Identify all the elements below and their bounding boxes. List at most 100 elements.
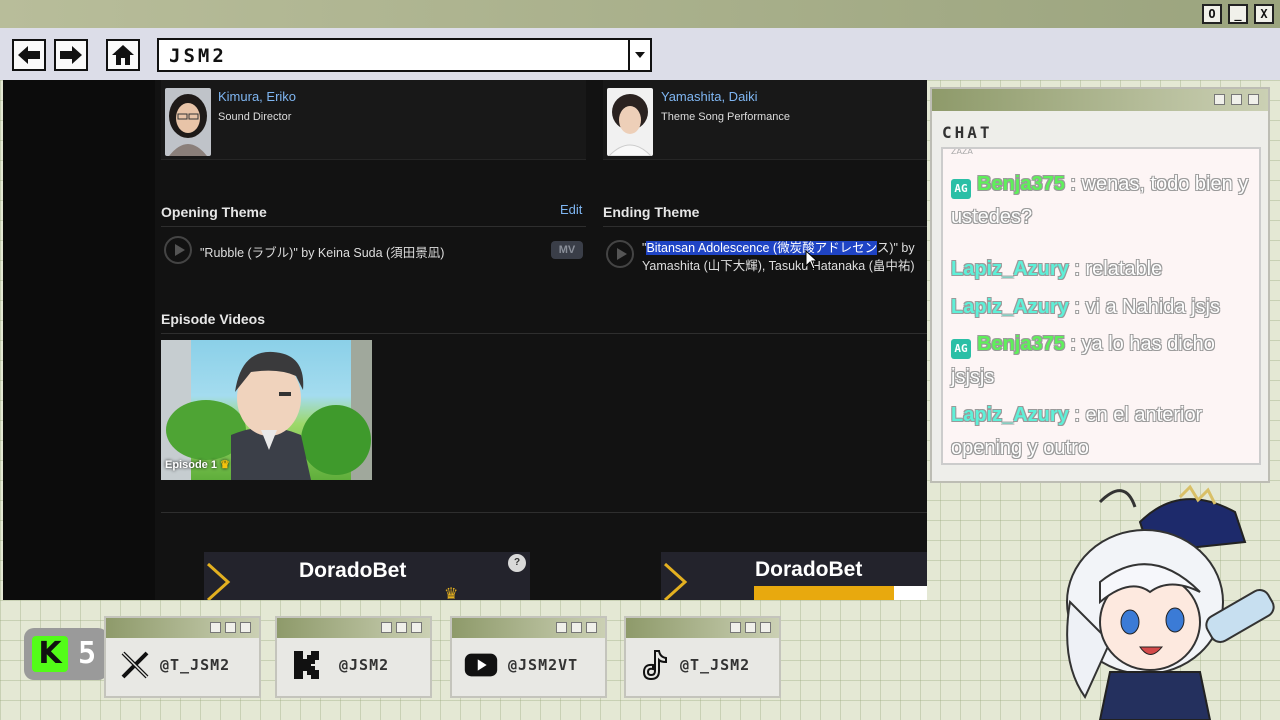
episode-label: Episode 1 ♛ xyxy=(165,459,230,471)
ad-brand: DoradoBet xyxy=(755,558,863,581)
chat-title-bar xyxy=(932,89,1268,111)
chat-top-fragment: ZAZA xyxy=(951,147,973,156)
viewer-count: 5 xyxy=(78,636,97,671)
play-ending-button[interactable] xyxy=(606,240,634,268)
staff-photo-yamashita xyxy=(607,88,653,156)
restore-icon: O xyxy=(1208,7,1216,21)
social-handle: @JSM2 xyxy=(339,656,390,674)
minimize-icon xyxy=(556,622,567,633)
ending-song-rest: ス)" by xyxy=(876,241,915,255)
maximize-icon xyxy=(571,622,582,633)
chat-username[interactable]: Lapiz_Azury xyxy=(951,404,1069,426)
staff-photo-kimura xyxy=(165,88,211,156)
close-icon xyxy=(760,622,771,633)
music-video-badge[interactable]: MV xyxy=(551,241,583,259)
social-card-tiktok: @T_JSM2 xyxy=(624,616,781,698)
address-bar[interactable]: JSM2 xyxy=(157,38,652,72)
forward-button[interactable] xyxy=(54,39,88,71)
kick-viewer-count: K 5 xyxy=(24,628,108,680)
chat-message: AG Benja375 : wenas, todo bien y ustedes? xyxy=(951,168,1251,234)
vtuber-mascot-image xyxy=(1030,482,1280,720)
social-card-x: @T_JSM2 xyxy=(104,616,261,698)
play-icon xyxy=(174,244,185,256)
chat-minimize-icon[interactable] xyxy=(1214,94,1225,105)
home-button[interactable] xyxy=(106,39,140,71)
close-icon xyxy=(240,622,251,633)
divider xyxy=(161,512,927,513)
youtube-icon xyxy=(464,648,498,682)
kick-icon xyxy=(289,648,323,682)
minimize-icon xyxy=(381,622,392,633)
ending-song-line2[interactable]: Yamashita (山下大輝), Tasuku Hatanaka (畠中祐) xyxy=(642,255,915,274)
ad-info-icon[interactable]: ? xyxy=(508,554,526,572)
ad-brand: DoradoBet xyxy=(299,559,407,582)
left-column xyxy=(3,80,155,600)
chat-username[interactable]: Benja375 xyxy=(977,173,1065,195)
chat-message: Lapiz_Azury : en el anterior opening y o… xyxy=(951,399,1251,463)
staff-card[interactable]: Yamashita, Daiki Theme Song Performance xyxy=(603,80,927,160)
selected-text: Bitansan Adolescence (微炭酸アドレセン xyxy=(646,241,877,255)
divider xyxy=(161,333,927,334)
chat-message: Lapiz_Azury : relatable xyxy=(951,253,1251,286)
minimize-icon: _ xyxy=(1234,7,1242,21)
play-opening-button[interactable] xyxy=(164,236,192,264)
subscriber-badge-icon: AG xyxy=(951,179,971,199)
social-card-youtube: @JSM2VT xyxy=(450,616,607,698)
maximize-icon xyxy=(745,622,756,633)
chat-close-icon[interactable] xyxy=(1248,94,1259,105)
edit-opening-link[interactable]: Edit xyxy=(560,202,582,217)
episode-thumbnail[interactable]: Episode 1 ♛ xyxy=(161,340,372,480)
chat-messages-panel[interactable]: ZAZA AG Benja375 : wenas, todo bien y ust… xyxy=(941,147,1261,465)
social-handle: @T_JSM2 xyxy=(680,656,751,674)
maximize-icon xyxy=(396,622,407,633)
social-card-kick: @JSM2 xyxy=(275,616,432,698)
window-close-button[interactable]: X xyxy=(1254,4,1274,24)
chat-username[interactable]: Lapiz_Azury xyxy=(951,258,1069,280)
home-icon xyxy=(112,45,134,65)
kick-logo-icon: K xyxy=(32,636,68,672)
chat-username[interactable]: Lapiz_Azury xyxy=(951,296,1069,318)
opening-theme-title: Opening Theme xyxy=(161,204,267,220)
address-text: JSM2 xyxy=(169,45,227,67)
social-title-bar xyxy=(277,618,430,638)
social-title-bar xyxy=(452,618,605,638)
window-restore-button[interactable]: O xyxy=(1202,4,1222,24)
play-icon xyxy=(616,248,627,260)
minimize-icon xyxy=(210,622,221,633)
social-title-bar xyxy=(106,618,259,638)
chat-message: AG Benja375 : ya lo has dicho jsjsjs xyxy=(951,328,1251,394)
staff-name[interactable]: Yamashita, Daiki xyxy=(661,89,758,104)
chevron-right-icon xyxy=(206,562,231,600)
ad-white-strip xyxy=(894,586,927,600)
chevron-down-icon xyxy=(635,52,645,58)
staff-name[interactable]: Kimura, Eriko xyxy=(218,89,296,104)
maximize-icon xyxy=(225,622,236,633)
chat-maximize-icon[interactable] xyxy=(1231,94,1242,105)
back-button[interactable] xyxy=(12,39,46,71)
tiktok-icon xyxy=(638,648,672,682)
ad-cta-strip xyxy=(754,586,894,600)
social-title-bar xyxy=(626,618,779,638)
chat-username[interactable]: Benja375 xyxy=(977,333,1065,355)
staff-role: Theme Song Performance xyxy=(661,111,791,123)
staff-card[interactable]: Kimura, Eriko Sound Director xyxy=(161,80,586,160)
window-minimize-button[interactable]: _ xyxy=(1228,4,1248,24)
divider xyxy=(161,226,586,227)
social-handle: @JSM2VT xyxy=(508,656,579,674)
ad-banner[interactable]: DoradoBet ? ♛ xyxy=(204,552,530,600)
divider xyxy=(603,226,927,227)
minimize-icon xyxy=(730,622,741,633)
crown-icon: ♛ xyxy=(220,459,230,471)
staff-role: Sound Director xyxy=(218,111,292,123)
browser-viewport: Kimura, Eriko Sound Director Yamashita, … xyxy=(3,80,927,600)
subscriber-badge-icon: AG xyxy=(951,339,971,359)
ad-banner[interactable]: DoradoBet xyxy=(661,552,927,600)
mouse-cursor-icon xyxy=(805,250,819,270)
arrow-right-icon xyxy=(60,46,82,64)
ending-song-line1[interactable]: "Bitansan Adolescence (微炭酸アドレセンス)" by xyxy=(642,237,915,256)
opening-song[interactable]: "Rubble (ラブル)" by Keina Suda (須田景凪) xyxy=(200,242,444,261)
address-dropdown-button[interactable] xyxy=(628,40,650,70)
chat-text: : vi a Nahida jsjs xyxy=(1068,296,1220,318)
episode-videos-title: Episode Videos xyxy=(161,311,265,327)
navigation-bar: JSM2 xyxy=(0,28,1280,80)
